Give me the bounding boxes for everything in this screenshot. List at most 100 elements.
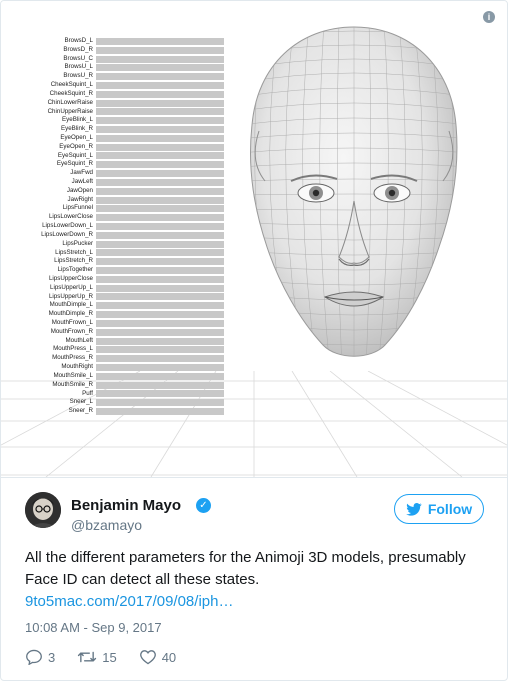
author-name[interactable]: Benjamin Mayo [71,497,181,514]
param-row: Sneer_L [21,398,224,407]
param-label: Puff [82,389,93,397]
param-label: LipsStretch_R [54,257,93,265]
param-row: LipsLowerClose [21,213,224,222]
param-label: Sneer_R [68,407,93,415]
param-bar [96,337,224,345]
param-bar [96,73,224,81]
param-row: MouthDimple_R [21,310,224,319]
param-bar [96,152,224,160]
verified-badge-icon: ✓ [196,498,211,513]
param-row: LipsLowerDown_L [21,222,224,231]
param-row: EyeSquint_R [21,160,224,169]
retweet-icon [78,651,97,663]
param-row: BrowsD_R [21,46,224,55]
param-label: BrowsD_R [63,45,93,53]
tweet-timestamp[interactable]: 10:08 AM - Sep 9, 2017 [25,620,162,635]
param-bar [96,205,224,213]
param-label: MouthSmile_R [52,380,93,388]
tweet-text: All the different parameters for the Ani… [25,547,485,613]
param-label: LipsLowerDown_R [41,230,93,238]
param-row: LipsTogether [21,266,224,275]
param-row: LipsUpperUp_R [21,293,224,302]
param-bar [96,302,224,310]
param-row: CheekSquint_L [21,81,224,90]
param-label: CheekSquint_L [50,81,93,89]
param-bar [96,399,224,407]
param-bar [96,249,224,257]
param-row: LipsPucker [21,240,224,249]
param-bar [96,346,224,354]
wireframe-face-render [250,26,458,357]
avatar[interactable] [25,492,61,528]
param-label: JawFwd [70,169,93,177]
tweet-actions: 3 15 40 [25,647,198,667]
right-eye-icon [373,183,411,203]
param-row: LipsStretch_R [21,257,224,266]
follow-button[interactable]: Follow [394,494,484,524]
param-row: JawLeft [21,178,224,187]
param-row: CheekSquint_R [21,90,224,99]
like-count: 40 [161,649,177,665]
param-label: MouthFrown_R [50,327,93,335]
param-label: ChinUpperRaise [47,107,93,115]
param-bar [96,143,224,151]
param-label: EyeSquint_L [57,151,93,159]
param-bar [96,381,224,389]
param-bar [96,328,224,336]
author-handle[interactable]: @bzamayo [71,517,142,533]
left-eye-icon [297,183,335,203]
param-label: EyeBlink_L [62,116,93,124]
param-bar [96,64,224,72]
param-row: Puff [21,390,224,399]
tweet-body: All the different parameters for the Ani… [25,549,466,588]
tweet-link[interactable]: 9to5mac.com/2017/09/08/iph… [25,593,233,610]
param-label: BrowsU_R [63,72,93,80]
param-row: BrowsU_R [21,72,224,81]
param-row: BrowsU_C [21,55,224,64]
param-bar [96,267,224,275]
param-label: JawLeft [71,178,93,185]
param-bar [96,90,224,98]
param-bar [96,372,224,380]
param-label: MouthLeft [65,336,93,344]
avatar-portrait-icon [25,492,61,528]
param-label: LipsPucker [62,239,93,247]
param-label: LipsLowerDown_L [42,222,93,230]
param-label: LipsStretch_L [55,248,93,256]
param-label: JawRight [67,195,93,203]
info-icon[interactable]: i [483,11,495,23]
param-bar [96,408,224,416]
param-row: LipsLowerDown_R [21,231,224,240]
param-label: MouthFrown_L [51,319,93,326]
param-label: LipsTogether [57,266,93,274]
param-label: BrowsD_L [64,37,93,44]
retweet-button[interactable]: 15 [77,649,117,665]
param-bar [96,99,224,107]
param-bar [96,231,224,239]
param-bar [96,390,224,398]
param-label: LipsLowerClose [48,213,93,221]
like-button[interactable]: 40 [139,649,176,665]
param-row: JawRight [21,196,224,205]
tweet-media-image[interactable]: i BrowsD_L BrowsD_R BrowsU_C BrowsU_L Br… [1,1,507,478]
param-label: LipsUpperUp_R [48,292,93,300]
param-label: MouthDimple_L [49,301,93,309]
param-label: ChinLowerRaise [47,98,93,106]
param-row: JawFwd [21,169,224,178]
param-row: MouthDimple_L [21,301,224,310]
param-row: BrowsD_L [21,37,224,46]
param-row: EyeBlink_L [21,116,224,125]
param-row: MouthFrown_R [21,328,224,337]
param-row: EyeSquint_L [21,152,224,161]
param-bar [96,37,224,45]
param-bar [96,134,224,142]
param-label: BrowsU_C [63,54,93,62]
param-row: MouthRight [21,363,224,372]
retweet-count: 15 [102,649,117,665]
param-label: Sneer_L [69,398,93,406]
reply-button[interactable]: 3 [25,649,55,665]
heart-icon [139,650,156,665]
param-label: LipsUpperUp_L [50,283,93,291]
param-bar [96,319,224,327]
param-bar [96,311,224,319]
